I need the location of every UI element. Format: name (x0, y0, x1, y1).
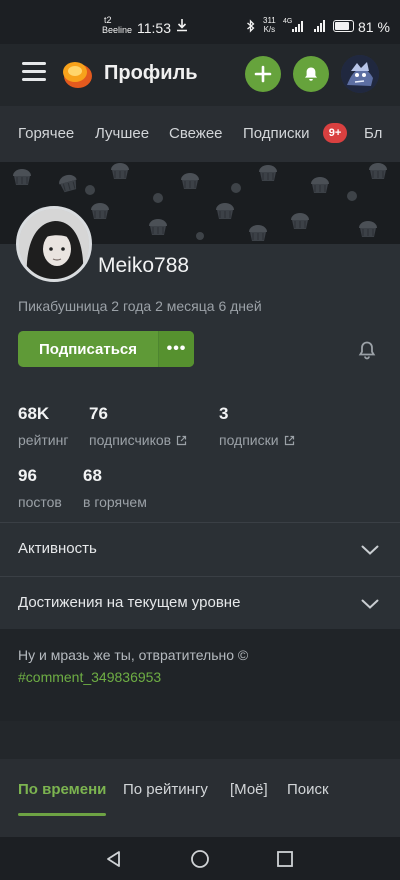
activity-title: Активность (18, 540, 97, 557)
tab-mine[interactable]: [Моё] (230, 781, 268, 798)
chevron-down-icon (361, 599, 379, 609)
username: Meiko788 (98, 254, 190, 277)
spacer (0, 721, 400, 759)
notifications-button[interactable] (293, 56, 329, 92)
bluetooth-icon (246, 19, 256, 36)
bell-icon (305, 67, 317, 81)
back-icon[interactable] (104, 849, 124, 869)
carrier-label: t2 Beeline (102, 15, 132, 35)
app-header: Профиль (0, 44, 400, 106)
download-icon (176, 18, 188, 35)
stat-followers[interactable]: 76 подписчиков (89, 404, 187, 448)
tab-by-rating[interactable]: По рейтингу (123, 781, 208, 798)
profile-quote: Ну и мразь же ты, отвратительно © (18, 647, 249, 663)
achievements-section[interactable]: Достижения на текущем уровне (0, 577, 400, 629)
battery-icon (333, 20, 354, 32)
tab-subscriptions[interactable]: Подписки (243, 125, 310, 142)
posts-value: 96 (18, 466, 37, 485)
followers-label: подписчиков (89, 432, 172, 448)
active-tab-indicator (18, 813, 106, 816)
stat-following[interactable]: 3 подписки (219, 404, 295, 448)
recents-icon[interactable] (275, 849, 295, 869)
rating-value: 68K (18, 404, 50, 423)
tab-by-time[interactable]: По времени (18, 781, 106, 798)
posts-sort-tabs: По времени По рейтингу [Моё] Поиск (0, 759, 400, 837)
comment-link[interactable]: #comment_349836953 (18, 669, 161, 685)
speed-value: 311 (263, 16, 276, 25)
carrier-line-2: Beeline (102, 25, 133, 35)
profile-notifications-bell-icon[interactable] (356, 339, 378, 361)
followers-value: 76 (89, 404, 108, 423)
battery-fill (335, 22, 349, 30)
following-label-row: подписки (219, 432, 295, 448)
network-type: 4G (283, 18, 293, 25)
tab-best[interactable]: Лучшее (95, 125, 149, 142)
home-icon[interactable] (190, 849, 210, 869)
page-title: Профиль (104, 62, 198, 84)
clock: 11:53 (137, 20, 171, 36)
hot-value: 68 (83, 466, 102, 485)
user-avatar[interactable] (341, 55, 379, 93)
chevron-down-icon (361, 545, 379, 555)
posts-label: постов (18, 494, 62, 510)
hot-label: в горячем (83, 494, 147, 510)
more-options-button[interactable]: ••• (158, 331, 194, 367)
external-link-icon (284, 435, 294, 445)
add-post-button[interactable] (245, 56, 281, 92)
followers-label-row: подписчиков (89, 432, 187, 448)
external-link-icon (176, 435, 187, 445)
following-label: подписки (219, 432, 279, 448)
following-value: 3 (219, 404, 229, 423)
system-nav-bar (0, 837, 400, 880)
achievements-title: Достижения на текущем уровне (18, 594, 241, 611)
tab-blogs[interactable]: Бл (364, 125, 382, 142)
signal-icon (292, 19, 328, 33)
battery-percent: 81 % (358, 19, 390, 35)
stat-posts: 96 постов (18, 466, 62, 510)
plus-icon (254, 65, 272, 83)
subscriptions-badge: 9+ (323, 123, 347, 143)
feed-tabs: Горячее Лучшее Свежее Подписки 9+ Бл (0, 106, 400, 162)
speed-unit: K/s (263, 25, 276, 34)
network-speed: 311 K/s (263, 16, 276, 34)
carrier-line-1: t2 (104, 15, 112, 25)
activity-section[interactable]: Активность (0, 523, 400, 577)
tab-search[interactable]: Поиск (287, 781, 329, 798)
subscribe-button[interactable]: Подписаться (18, 331, 158, 367)
profile-quote-box: Ну и мразь же ты, отвратительно © #comme… (0, 629, 400, 721)
tab-hot[interactable]: Горячее (18, 125, 74, 142)
subscribe-button-group: Подписаться ••• (18, 331, 194, 367)
rating-label: рейтинг (18, 432, 69, 448)
app-logo[interactable] (60, 57, 94, 91)
stat-rating: 68K рейтинг (18, 404, 68, 448)
stat-hot: 68 в горячем (83, 466, 147, 510)
profile-avatar[interactable] (16, 206, 92, 282)
status-bar: t2 Beeline 11:53 311 K/s 4G 81 % (0, 0, 400, 44)
tab-fresh[interactable]: Свежее (169, 125, 223, 142)
menu-icon[interactable] (22, 62, 46, 84)
member-since: Пикабушница 2 года 2 месяца 6 дней (18, 298, 262, 314)
